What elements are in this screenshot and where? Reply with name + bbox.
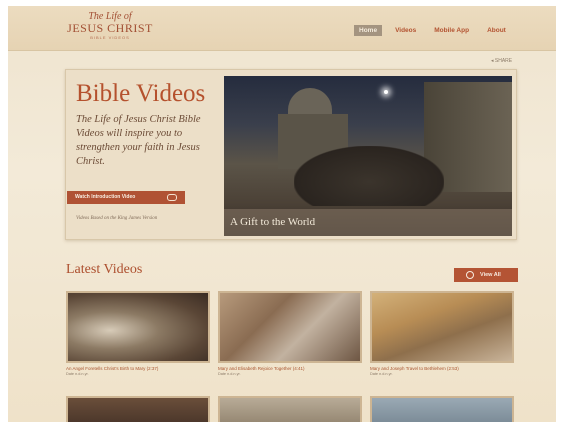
video-card[interactable]: Mary and Elisabeth Rejoice Together (4:4…: [218, 291, 362, 376]
hero-panel: Bible Videos The Life of Jesus Christ Bi…: [65, 69, 517, 240]
latest-videos-heading: Latest Videos: [66, 262, 143, 277]
featured-video[interactable]: A Gift to the World: [224, 76, 512, 236]
hero-title: Bible Videos: [76, 80, 206, 107]
nav-about[interactable]: About: [482, 25, 511, 36]
video-date: Date n.d.n.yr.: [66, 372, 89, 376]
nav-mobile-app[interactable]: Mobile App: [429, 25, 474, 36]
video-thumbnail[interactable]: [66, 291, 210, 363]
video-thumbnail[interactable]: [66, 396, 210, 422]
version-note: Videos Based on the King James Version: [76, 216, 158, 221]
arrow-left-icon: [466, 271, 474, 279]
video-date: Date n.d.n.yr.: [218, 372, 241, 376]
nav-videos[interactable]: Videos: [390, 25, 421, 36]
view-all-label: View All: [480, 272, 501, 278]
video-thumbnail[interactable]: [218, 291, 362, 363]
video-thumbnail[interactable]: [370, 396, 514, 422]
site-logo[interactable]: The Life of JESUS CHRIST BIBLE VIDEOS: [60, 11, 160, 47]
video-card[interactable]: Mary and Joseph Travel to Bethlehem (2:5…: [370, 291, 514, 376]
watch-intro-button[interactable]: Watch Introduction Video: [67, 191, 185, 204]
play-icon: [167, 194, 177, 201]
video-title[interactable]: Mary and Elisabeth Rejoice Together (4:4…: [218, 366, 362, 371]
nav-home[interactable]: Home: [354, 25, 383, 36]
logo-sub-text: BIBLE VIDEOS: [90, 35, 130, 40]
page: The Life of JESUS CHRIST BIBLE VIDEOS Ho…: [8, 6, 556, 422]
watch-intro-label: Watch Introduction Video: [75, 194, 136, 200]
hero-tagline: The Life of Jesus Christ Bible Videos wi…: [76, 114, 201, 167]
video-card[interactable]: An Angel Foretells Christ's Birth to Mar…: [66, 291, 210, 376]
video-title[interactable]: An Angel Foretells Christ's Birth to Mar…: [66, 366, 210, 371]
site-header: The Life of JESUS CHRIST BIBLE VIDEOS Ho…: [8, 6, 556, 51]
featured-video-caption: A Gift to the World: [224, 209, 512, 236]
video-thumbnail[interactable]: [218, 396, 362, 422]
crowd-image: [294, 146, 444, 206]
view-all-button[interactable]: View All: [454, 268, 518, 282]
logo-main-text: JESUS CHRIST: [67, 21, 153, 35]
share-link[interactable]: ◂ SHARE: [491, 58, 512, 64]
share-label: SHARE: [494, 58, 513, 64]
main-nav: Home Videos Mobile App About: [354, 25, 511, 36]
star-image: [384, 90, 388, 94]
video-date: Date n.d.n.yr.: [370, 372, 393, 376]
video-thumbnail[interactable]: [370, 291, 514, 363]
video-title[interactable]: Mary and Joseph Travel to Bethlehem (2:5…: [370, 366, 514, 371]
